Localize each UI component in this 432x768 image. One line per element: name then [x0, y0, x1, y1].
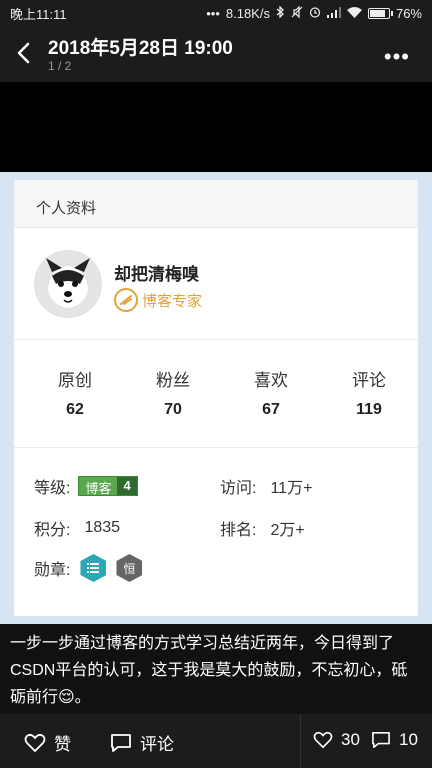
rank-label: 排名:	[220, 522, 257, 539]
profile-card: 个人资料 却把清梅嗅 博客专家 原创 62 粉丝 70 喜欢 67 评论 119…	[14, 180, 418, 616]
comment-button[interactable]: 评论	[110, 730, 174, 755]
network-speed: 8.18K/s	[225, 5, 270, 21]
blog-expert-badge: 博客专家	[114, 288, 202, 312]
like-count: 30	[341, 730, 360, 749]
stat-label: 粉丝	[156, 371, 190, 390]
visits-value: 11万+	[270, 480, 313, 497]
stat-value: 119	[356, 401, 382, 418]
comment-count-button[interactable]: 10	[371, 730, 418, 750]
stat-fans: 粉丝 70	[124, 366, 222, 447]
stat-value: 70	[164, 401, 182, 418]
rank-row: 排名: 2万+	[220, 516, 305, 540]
battery-icon	[367, 7, 393, 19]
points-value: 1835	[84, 519, 121, 536]
level-badge: 博客 4	[78, 476, 138, 496]
comment-label: 评论	[140, 735, 174, 754]
level-row: 等级: 博客 4	[34, 474, 138, 498]
stat-label: 评论	[352, 371, 386, 390]
shared-image[interactable]: 个人资料 却把清梅嗅 博客专家 原创 62 粉丝 70 喜欢 67 评论 119…	[0, 172, 432, 624]
card-heading: 个人资料	[14, 180, 418, 228]
back-arrow-icon	[17, 42, 30, 64]
level-badge-text: 博客	[79, 477, 118, 496]
list-medal-icon	[80, 554, 107, 582]
avatar	[34, 250, 102, 318]
persistence-medal-icon: 恒	[116, 554, 143, 582]
comment-count: 10	[399, 730, 418, 749]
visits-label: 访问:	[220, 480, 257, 497]
divider	[300, 714, 301, 768]
like-count-button[interactable]: 30	[313, 730, 360, 750]
stat-value: 67	[262, 401, 280, 418]
stat-likes: 喜欢 67	[222, 366, 320, 447]
mute-icon	[291, 5, 303, 20]
username: 却把清梅嗅	[114, 265, 199, 284]
points-label: 积分:	[34, 522, 71, 539]
profile-info: 等级: 博客 4 访问: 11万+ 积分: 1835 排名: 2万+ 勋章: 恒	[14, 448, 418, 614]
like-button[interactable]: 赞	[24, 730, 71, 755]
stat-comments: 评论 119	[320, 366, 418, 447]
stat-label: 原创	[58, 371, 92, 390]
stats-row: 原创 62 粉丝 70 喜欢 67 评论 119	[14, 340, 418, 448]
comment-icon	[111, 733, 131, 752]
level-badge-number: 4	[117, 477, 137, 495]
expert-icon	[114, 288, 138, 312]
profile-section: 却把清梅嗅 博客专家	[14, 228, 418, 340]
page-title: 2018年5月28日 19:00	[48, 38, 233, 59]
level-label: 等级:	[34, 480, 71, 497]
like-label: 赞	[54, 735, 71, 754]
heart-icon	[313, 731, 333, 749]
stat-label: 喜欢	[254, 371, 288, 390]
wifi-icon	[346, 6, 362, 20]
comment-icon	[372, 731, 390, 749]
medals-row: 勋章: 恒	[34, 554, 143, 582]
viewer-header: 2018年5月28日 19:00 1 / 2 •••	[0, 26, 432, 82]
points-row: 积分: 1835	[34, 516, 120, 540]
expert-label: 博客专家	[142, 292, 203, 310]
status-dots: •••	[206, 5, 220, 21]
post-caption: 一步一步通过博客的方式学习总结近两年，今日得到了CSDN平台的认可，这于我是莫大…	[0, 624, 432, 714]
signal-icon	[326, 6, 341, 20]
status-time: 晚上11:11	[10, 6, 67, 22]
stat-value: 62	[66, 401, 84, 418]
battery-percent: 76%	[395, 5, 422, 21]
image-pager: 1 / 2	[48, 59, 72, 73]
visits-row: 访问: 11万+	[220, 474, 312, 498]
bottom-action-bar: 赞 评论 30 10	[0, 714, 432, 768]
back-button[interactable]	[14, 40, 36, 66]
medal-label: 勋章:	[34, 562, 71, 579]
alarm-icon	[309, 6, 321, 20]
status-icons: ••• 8.18K/s 76%	[206, 5, 422, 21]
bluetooth-icon	[276, 5, 285, 20]
more-options-button[interactable]: •••	[384, 44, 410, 70]
heart-icon	[24, 733, 46, 752]
status-bar: 晚上11:11 ••• 8.18K/s 76%	[0, 0, 432, 26]
rank-value: 2万+	[270, 522, 305, 539]
stat-original: 原创 62	[26, 366, 124, 447]
